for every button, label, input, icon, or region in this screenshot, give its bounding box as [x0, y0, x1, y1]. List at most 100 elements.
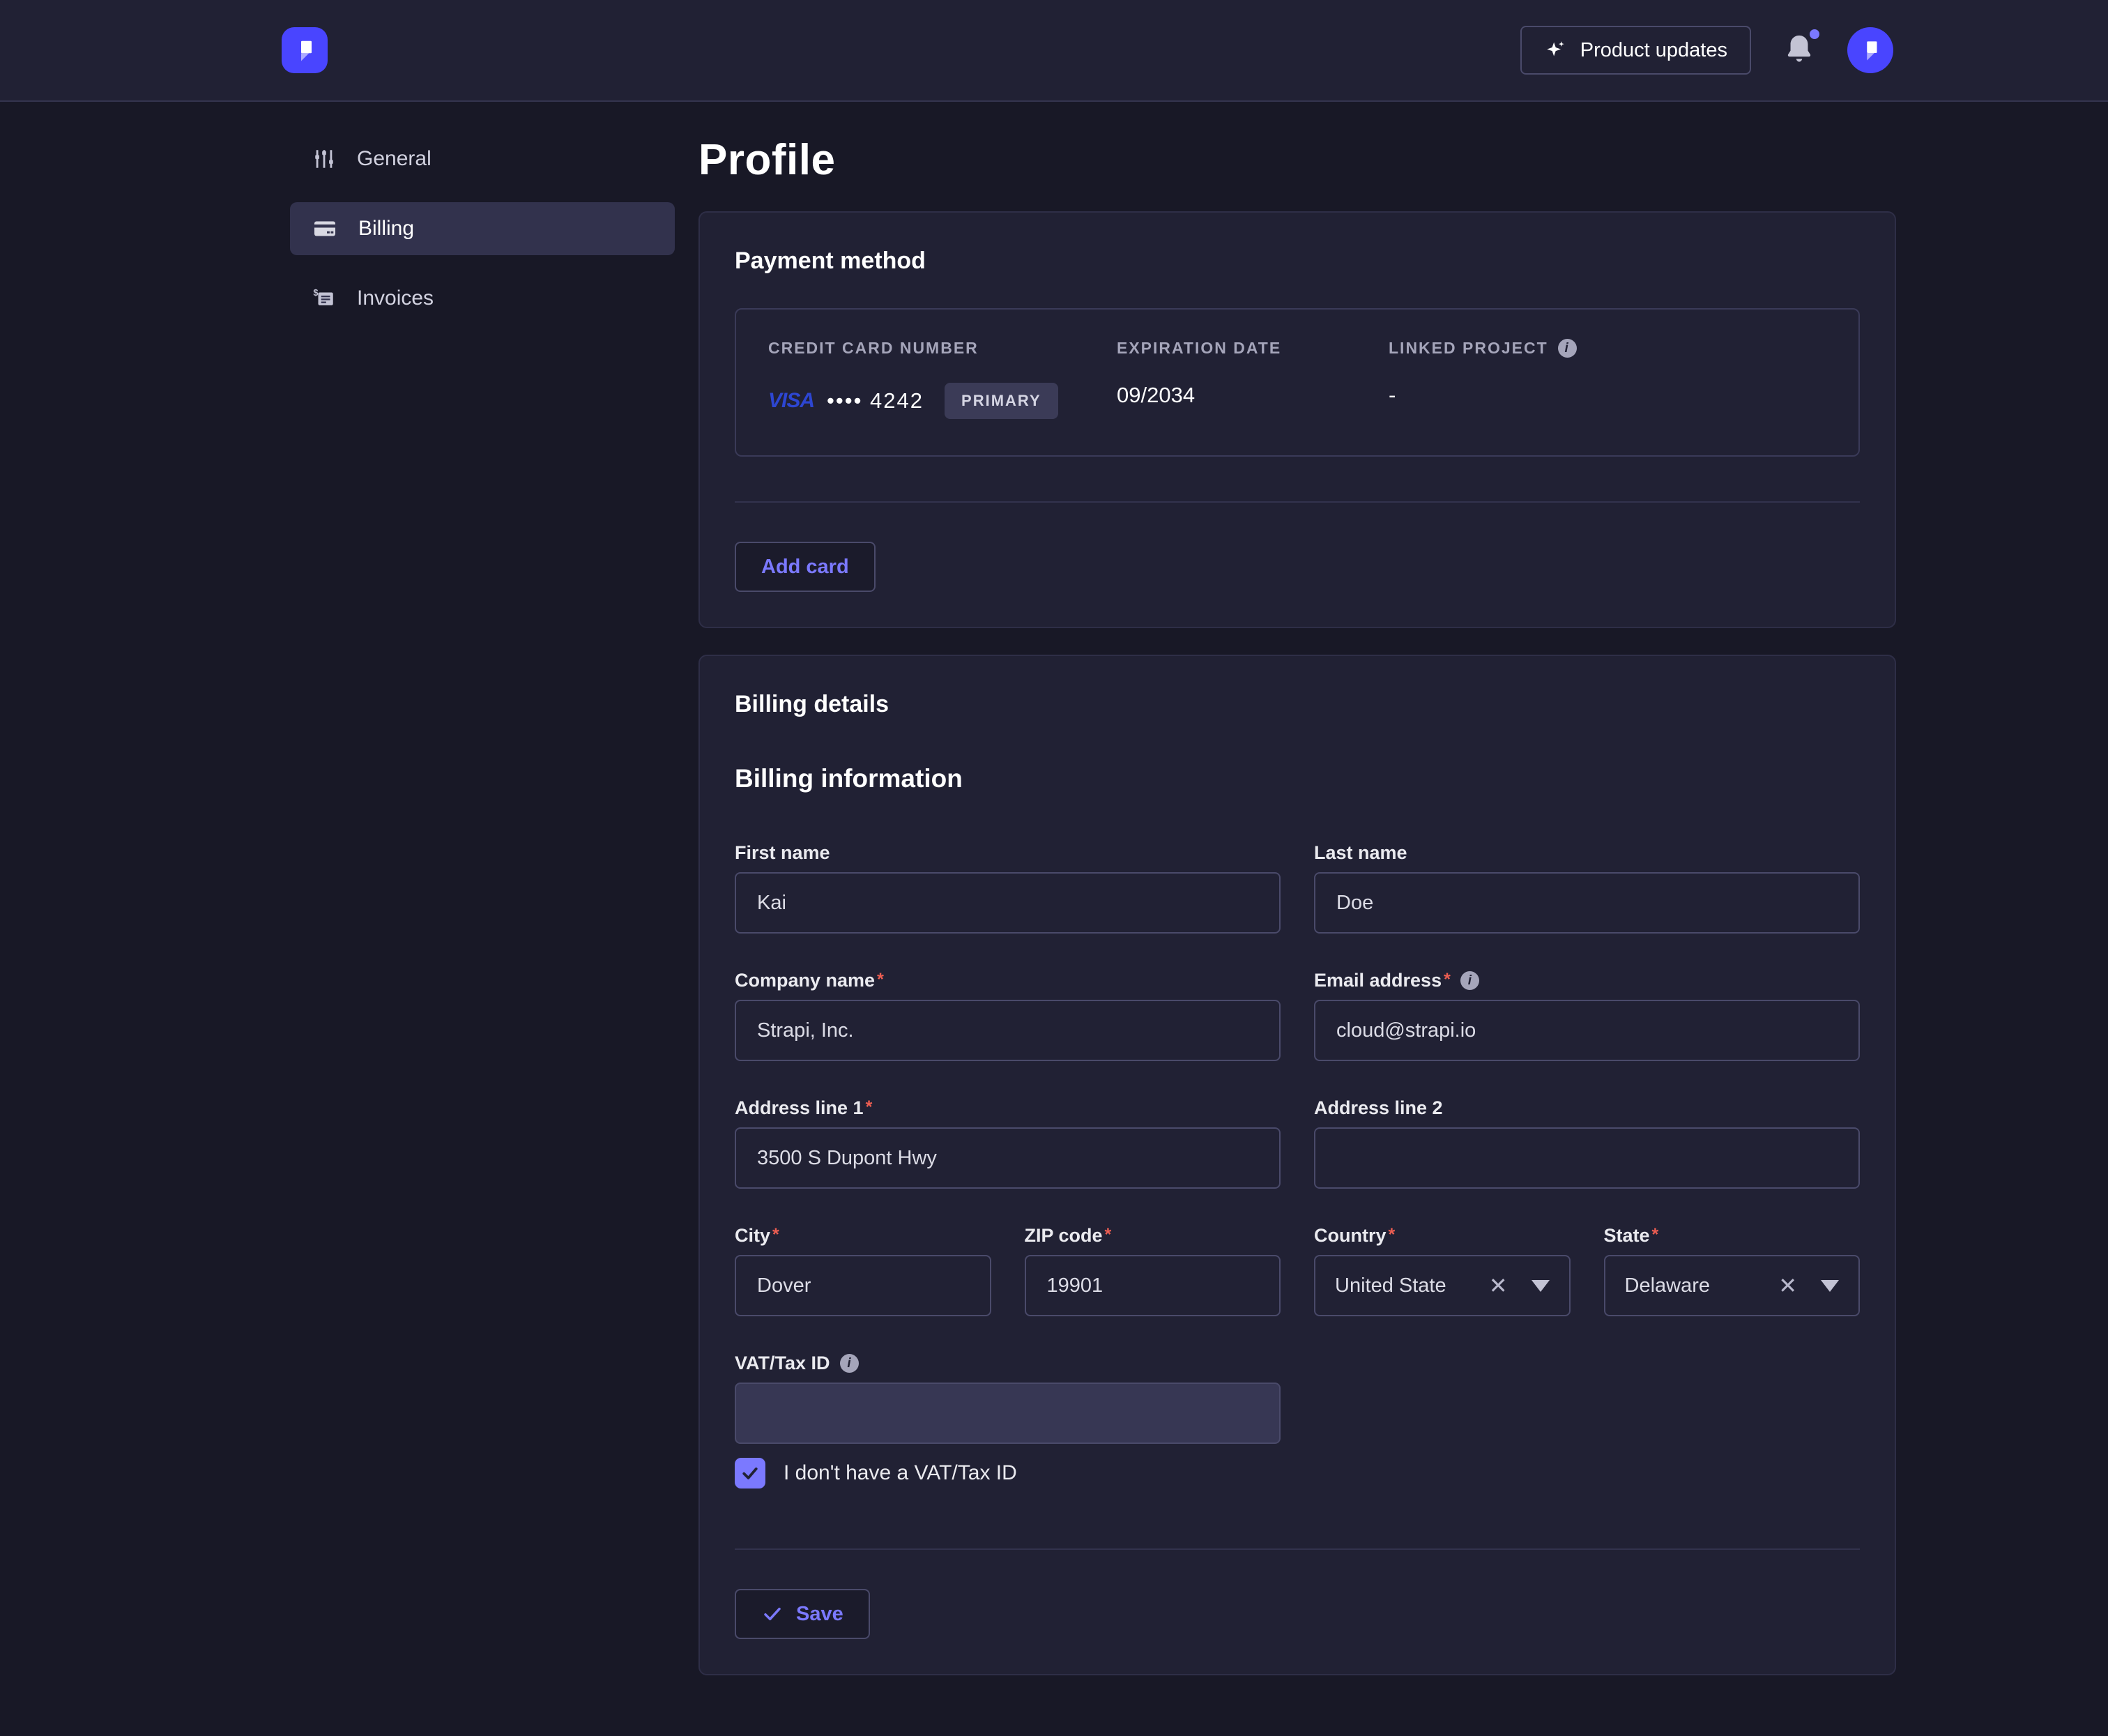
- address-line2-fieldgroup: Address line 2: [1314, 1097, 1860, 1189]
- email-address-field[interactable]: [1314, 1000, 1860, 1061]
- clear-icon[interactable]: ✕: [1778, 1274, 1797, 1297]
- billing-details-title: Billing details: [735, 691, 1860, 718]
- vat-checkbox-row: I don't have a VAT/Tax ID: [735, 1458, 1860, 1488]
- topbar-actions: Product updates: [1520, 26, 1893, 75]
- credit-card-number-column: CREDIT CARD NUMBER VISA •••• 4242 PRIMAR…: [768, 339, 1117, 419]
- city-label: City: [735, 1225, 770, 1247]
- state-select-value: Delaware: [1625, 1274, 1779, 1297]
- sidebar-item-invoices[interactable]: $ Invoices: [290, 272, 675, 325]
- add-card-label: Add card: [761, 556, 849, 579]
- required-asterisk: *: [1389, 1225, 1396, 1244]
- info-icon[interactable]: i: [840, 1354, 859, 1373]
- credit-card-icon: [312, 216, 337, 241]
- required-asterisk: *: [1105, 1225, 1112, 1244]
- zip-code-fieldgroup: ZIP code *: [1025, 1225, 1281, 1316]
- address-line1-fieldgroup: Address line 1 *: [735, 1097, 1281, 1189]
- linked-project-value: -: [1389, 383, 1826, 408]
- expiration-column: EXPIRATION DATE 09/2034: [1117, 339, 1389, 419]
- clear-icon[interactable]: ✕: [1489, 1274, 1508, 1297]
- no-vat-checkbox-label: I don't have a VAT/Tax ID: [784, 1461, 1017, 1485]
- info-icon[interactable]: i: [1558, 339, 1577, 358]
- settings-sidebar: General Billing $ Invoices: [290, 102, 675, 325]
- check-icon: [740, 1463, 761, 1484]
- company-name-fieldgroup: Company name *: [735, 970, 1281, 1061]
- credit-card-number-label: CREDIT CARD NUMBER: [768, 339, 1117, 358]
- info-icon[interactable]: i: [1460, 971, 1479, 990]
- first-name-fieldgroup: First name: [735, 842, 1281, 934]
- svg-text:$: $: [313, 287, 318, 298]
- linked-project-column: LINKED PROJECT i -: [1389, 339, 1826, 419]
- avatar-strapi-icon: [1857, 36, 1884, 66]
- required-asterisk: *: [772, 1225, 779, 1244]
- top-navigation-bar: Product updates: [0, 0, 2108, 102]
- required-asterisk: *: [877, 970, 884, 989]
- sidebar-item-general[interactable]: General: [290, 132, 675, 185]
- vat-label: VAT/Tax ID: [735, 1353, 830, 1374]
- payment-method-title: Payment method: [735, 248, 1860, 275]
- country-fieldgroup: Country * United State ✕: [1314, 1225, 1571, 1316]
- country-select-value: United State: [1335, 1274, 1489, 1297]
- strapi-logo-icon: [291, 35, 319, 66]
- address-line2-field[interactable]: [1314, 1127, 1860, 1189]
- credit-card-row: CREDIT CARD NUMBER VISA •••• 4242 PRIMAR…: [735, 308, 1860, 457]
- sidebar-item-label: Invoices: [357, 287, 434, 310]
- divider: [735, 501, 1860, 503]
- city-field[interactable]: [735, 1255, 991, 1316]
- invoice-icon: $: [312, 287, 336, 310]
- notification-dot: [1810, 29, 1819, 39]
- required-asterisk: *: [1444, 970, 1451, 989]
- address-line1-label: Address line 1: [735, 1097, 864, 1119]
- required-asterisk: *: [1652, 1225, 1659, 1244]
- company-name-field[interactable]: [735, 1000, 1281, 1061]
- address-line1-field[interactable]: [735, 1127, 1281, 1189]
- first-name-field[interactable]: [735, 872, 1281, 934]
- notifications-button[interactable]: [1783, 32, 1815, 68]
- vat-fieldgroup: VAT/Tax ID i: [735, 1353, 1281, 1444]
- zip-code-field[interactable]: [1025, 1255, 1281, 1316]
- last-name-field[interactable]: [1314, 872, 1860, 934]
- vat-field: [735, 1383, 1281, 1444]
- sparkles-icon: [1544, 38, 1568, 62]
- page-title: Profile: [698, 135, 1896, 185]
- last-name-label: Last name: [1314, 842, 1407, 864]
- add-card-button[interactable]: Add card: [735, 542, 876, 592]
- country-label: Country: [1314, 1225, 1387, 1247]
- product-updates-button[interactable]: Product updates: [1520, 26, 1751, 75]
- payment-method-card: Payment method CREDIT CARD NUMBER VISA •…: [698, 211, 1896, 628]
- save-label: Save: [796, 1603, 843, 1626]
- chevron-down-icon[interactable]: [1532, 1280, 1550, 1292]
- sidebar-item-billing[interactable]: Billing: [290, 202, 675, 255]
- billing-information-title: Billing information: [735, 764, 1860, 793]
- first-name-label: First name: [735, 842, 830, 864]
- check-icon: [761, 1603, 784, 1625]
- user-avatar[interactable]: [1847, 27, 1893, 73]
- masked-card-number: •••• 4242: [827, 388, 924, 413]
- expiration-date-value: 09/2034: [1117, 383, 1389, 408]
- required-asterisk: *: [866, 1097, 873, 1116]
- state-select[interactable]: Delaware ✕: [1604, 1255, 1861, 1316]
- billing-details-card: Billing details Billing information Firs…: [698, 655, 1896, 1675]
- city-fieldgroup: City *: [735, 1225, 991, 1316]
- no-vat-checkbox[interactable]: [735, 1458, 765, 1488]
- state-fieldgroup: State * Delaware ✕: [1604, 1225, 1861, 1316]
- expiration-date-label: EXPIRATION DATE: [1117, 339, 1389, 358]
- divider: [735, 1548, 1860, 1550]
- visa-logo: VISA: [768, 389, 814, 413]
- sliders-icon: [312, 147, 336, 171]
- bell-icon: [1783, 59, 1815, 71]
- company-name-label: Company name: [735, 970, 875, 991]
- sidebar-item-label: Billing: [358, 217, 414, 241]
- country-select[interactable]: United State ✕: [1314, 1255, 1571, 1316]
- save-button[interactable]: Save: [735, 1589, 870, 1639]
- address-line2-label: Address line 2: [1314, 1097, 1443, 1119]
- email-address-label: Email address: [1314, 970, 1442, 991]
- sidebar-item-label: General: [357, 147, 431, 171]
- last-name-fieldgroup: Last name: [1314, 842, 1860, 934]
- state-label: State: [1604, 1225, 1650, 1247]
- main-content: Profile Payment method CREDIT CARD NUMBE…: [698, 102, 1896, 1675]
- email-address-fieldgroup: Email address * i: [1314, 970, 1860, 1061]
- zip-code-label: ZIP code: [1025, 1225, 1103, 1247]
- chevron-down-icon[interactable]: [1821, 1280, 1839, 1292]
- strapi-logo[interactable]: [282, 27, 328, 73]
- product-updates-label: Product updates: [1580, 39, 1727, 62]
